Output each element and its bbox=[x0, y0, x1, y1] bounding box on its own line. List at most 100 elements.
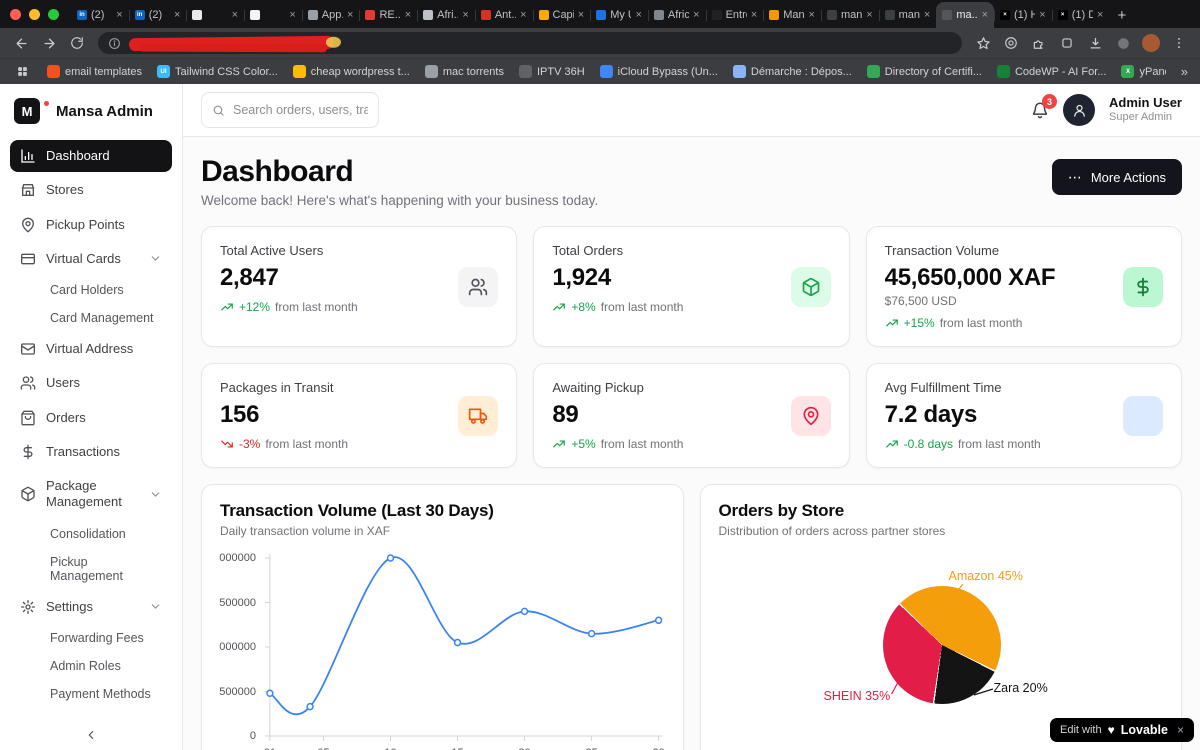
bookmark-favicon-icon bbox=[866, 65, 880, 78]
sidebar-item-card-holders[interactable]: Card Holders bbox=[10, 277, 172, 303]
bookmarks-overflow-chevron[interactable]: » bbox=[1181, 64, 1188, 79]
tab-close-icon[interactable]: × bbox=[347, 9, 353, 21]
sidebar-item-pickup-points[interactable]: Pickup Points bbox=[10, 209, 172, 241]
header-right: 3 Admin User Super Admin bbox=[1031, 94, 1182, 126]
bookmark-item[interactable]: email templates bbox=[47, 65, 142, 78]
stat-label: Avg Fulfillment Time bbox=[884, 380, 1002, 395]
sidebar-item-admin-roles[interactable]: Admin Roles bbox=[10, 653, 172, 679]
tab-close-icon[interactable]: × bbox=[751, 9, 757, 21]
tab-close-icon[interactable]: × bbox=[405, 9, 411, 21]
tab-close-icon[interactable]: × bbox=[635, 9, 641, 21]
tab-close-icon[interactable]: × bbox=[809, 9, 815, 21]
search-box[interactable] bbox=[201, 92, 379, 128]
zoom-window-button[interactable] bbox=[48, 8, 59, 20]
minimize-window-button[interactable] bbox=[29, 8, 40, 20]
close-icon[interactable]: × bbox=[1177, 723, 1184, 737]
browser-tab[interactable]: mansa... × bbox=[820, 2, 879, 28]
browser-menu-button[interactable] bbox=[1166, 31, 1192, 55]
browser-tab[interactable]: × bbox=[186, 2, 244, 28]
download-button[interactable] bbox=[1082, 31, 1108, 55]
browser-tab[interactable]: Ant... × bbox=[474, 2, 533, 28]
lovable-badge[interactable]: Edit with ♥ Lovable × bbox=[1050, 718, 1194, 742]
browser-tab[interactable]: in (2) × bbox=[128, 2, 187, 28]
tab-close-icon[interactable]: × bbox=[866, 9, 872, 21]
notifications-button[interactable]: 3 bbox=[1031, 94, 1058, 119]
browser-tab[interactable]: Entrep... × bbox=[705, 2, 764, 28]
sidebar-item-virtual-address[interactable]: Virtual Address bbox=[10, 333, 172, 365]
extensions-puzzle-icon bbox=[1033, 40, 1043, 49]
bookmark-item[interactable]: X yPanel - Manage... bbox=[1121, 65, 1166, 78]
bookmark-item[interactable]: CodeWP - AI For... bbox=[996, 65, 1106, 78]
back-button[interactable] bbox=[8, 31, 34, 55]
browser-tab[interactable]: RE... × bbox=[359, 2, 417, 28]
tab-favicon-icon bbox=[480, 10, 491, 20]
bookmark-item[interactable]: cheap wordpress t... bbox=[292, 65, 410, 78]
sidebar-item-virtual-cards[interactable]: Virtual Cards bbox=[10, 243, 172, 275]
tab-close-icon[interactable]: × bbox=[1039, 9, 1045, 21]
sidebar-item-forwarding-fees[interactable]: Forwarding Fees bbox=[10, 625, 172, 651]
sidebar-item-pickup-management[interactable]: Pickup Management bbox=[10, 549, 172, 589]
lens-button[interactable] bbox=[998, 31, 1024, 55]
apps-grid-button[interactable] bbox=[12, 60, 32, 84]
tab-close-icon[interactable]: × bbox=[693, 9, 699, 21]
browser-tab[interactable]: Capital... × bbox=[532, 2, 591, 28]
profile-button[interactable] bbox=[1138, 31, 1164, 55]
info-icon[interactable] bbox=[108, 37, 121, 50]
sidebar-item-payment-methods[interactable]: Payment Methods bbox=[10, 681, 172, 707]
user-avatar[interactable] bbox=[1063, 94, 1096, 126]
tab-close-icon[interactable]: × bbox=[982, 9, 988, 21]
browser-tab[interactable]: in (2) × bbox=[71, 2, 129, 28]
new-tab-button[interactable]: + bbox=[1117, 8, 1126, 23]
bookmark-item[interactable]: Directory of Certifi... bbox=[866, 65, 982, 78]
sidebar-item-stores[interactable]: Stores bbox=[10, 174, 172, 206]
more-actions-button[interactable]: ⋯ More Actions bbox=[1051, 159, 1182, 195]
sidebar-item-package-management[interactable]: Package Management bbox=[10, 470, 172, 519]
sidebar-item-settings[interactable]: Settings bbox=[10, 591, 172, 623]
tab-close-icon[interactable]: × bbox=[289, 9, 295, 21]
sidebar-collapse-button[interactable] bbox=[10, 720, 172, 744]
browser-tab[interactable]: × bbox=[244, 2, 302, 28]
sidebar-item-dashboard[interactable]: Dashboard bbox=[10, 140, 172, 173]
bookmark-item[interactable]: iCloud Bypass (Un... bbox=[599, 65, 718, 78]
tab-close-icon[interactable]: × bbox=[462, 9, 468, 21]
browser-tab[interactable]: Africa'... × bbox=[647, 2, 706, 28]
tab-switch-button[interactable] bbox=[1054, 31, 1080, 55]
browser-tab[interactable]: My UK... × bbox=[590, 2, 648, 28]
tab-close-icon[interactable]: × bbox=[578, 9, 584, 21]
tab-close-icon[interactable]: × bbox=[520, 9, 526, 21]
extension-badge-button[interactable] bbox=[1110, 31, 1136, 55]
browser-tab[interactable]: ma... × bbox=[936, 2, 994, 28]
tab-title: My UK... bbox=[610, 9, 631, 21]
reload-button[interactable] bbox=[64, 31, 90, 55]
bookmark-item[interactable]: Démarche : Dépos... bbox=[732, 65, 852, 78]
bookmark-item[interactable]: IPTV 36H bbox=[518, 65, 585, 78]
sidebar-item-label: Stores bbox=[46, 182, 84, 198]
sidebar-item-consolidation[interactable]: Consolidation bbox=[10, 521, 172, 547]
sidebar-item-transactions[interactable]: Transactions bbox=[10, 436, 172, 468]
search-input[interactable] bbox=[232, 103, 368, 117]
browser-tab[interactable]: Mansa... × bbox=[763, 2, 821, 28]
bookmark-item[interactable]: UI Tailwind CSS Color... bbox=[157, 65, 278, 78]
address-bar[interactable] bbox=[98, 32, 962, 54]
browser-tab[interactable]: × (1) Don... × bbox=[1051, 2, 1110, 28]
bookmark-item[interactable]: mac torrents bbox=[424, 65, 504, 78]
forward-button[interactable] bbox=[36, 31, 62, 55]
sidebar-item-orders[interactable]: Orders bbox=[10, 402, 172, 434]
tab-close-icon[interactable]: × bbox=[116, 9, 122, 21]
browser-tab[interactable]: Afri... × bbox=[417, 2, 475, 28]
extensions-button[interactable] bbox=[1026, 31, 1052, 55]
bookmark-star-button[interactable] bbox=[970, 31, 996, 55]
tab-close-icon[interactable]: × bbox=[174, 9, 180, 21]
bookmark-favicon-icon bbox=[732, 65, 746, 78]
tab-close-icon[interactable]: × bbox=[232, 9, 238, 21]
sidebar-item-card-management[interactable]: Card Management bbox=[10, 305, 172, 331]
close-window-button[interactable] bbox=[10, 8, 21, 20]
tab-close-icon[interactable]: × bbox=[924, 9, 930, 21]
sidebar-item-users[interactable]: Users bbox=[10, 367, 172, 399]
bookmark-label: Tailwind CSS Color... bbox=[175, 65, 278, 78]
browser-tab[interactable]: × (1) Ho... × bbox=[994, 2, 1052, 28]
tab-close-icon[interactable]: × bbox=[1097, 9, 1103, 21]
tab-list: in (2) × in (2) × × × App... × RE... × A… bbox=[71, 0, 1109, 28]
browser-tab[interactable]: App... × bbox=[301, 2, 360, 28]
browser-tab[interactable]: mansa... × bbox=[878, 2, 937, 28]
